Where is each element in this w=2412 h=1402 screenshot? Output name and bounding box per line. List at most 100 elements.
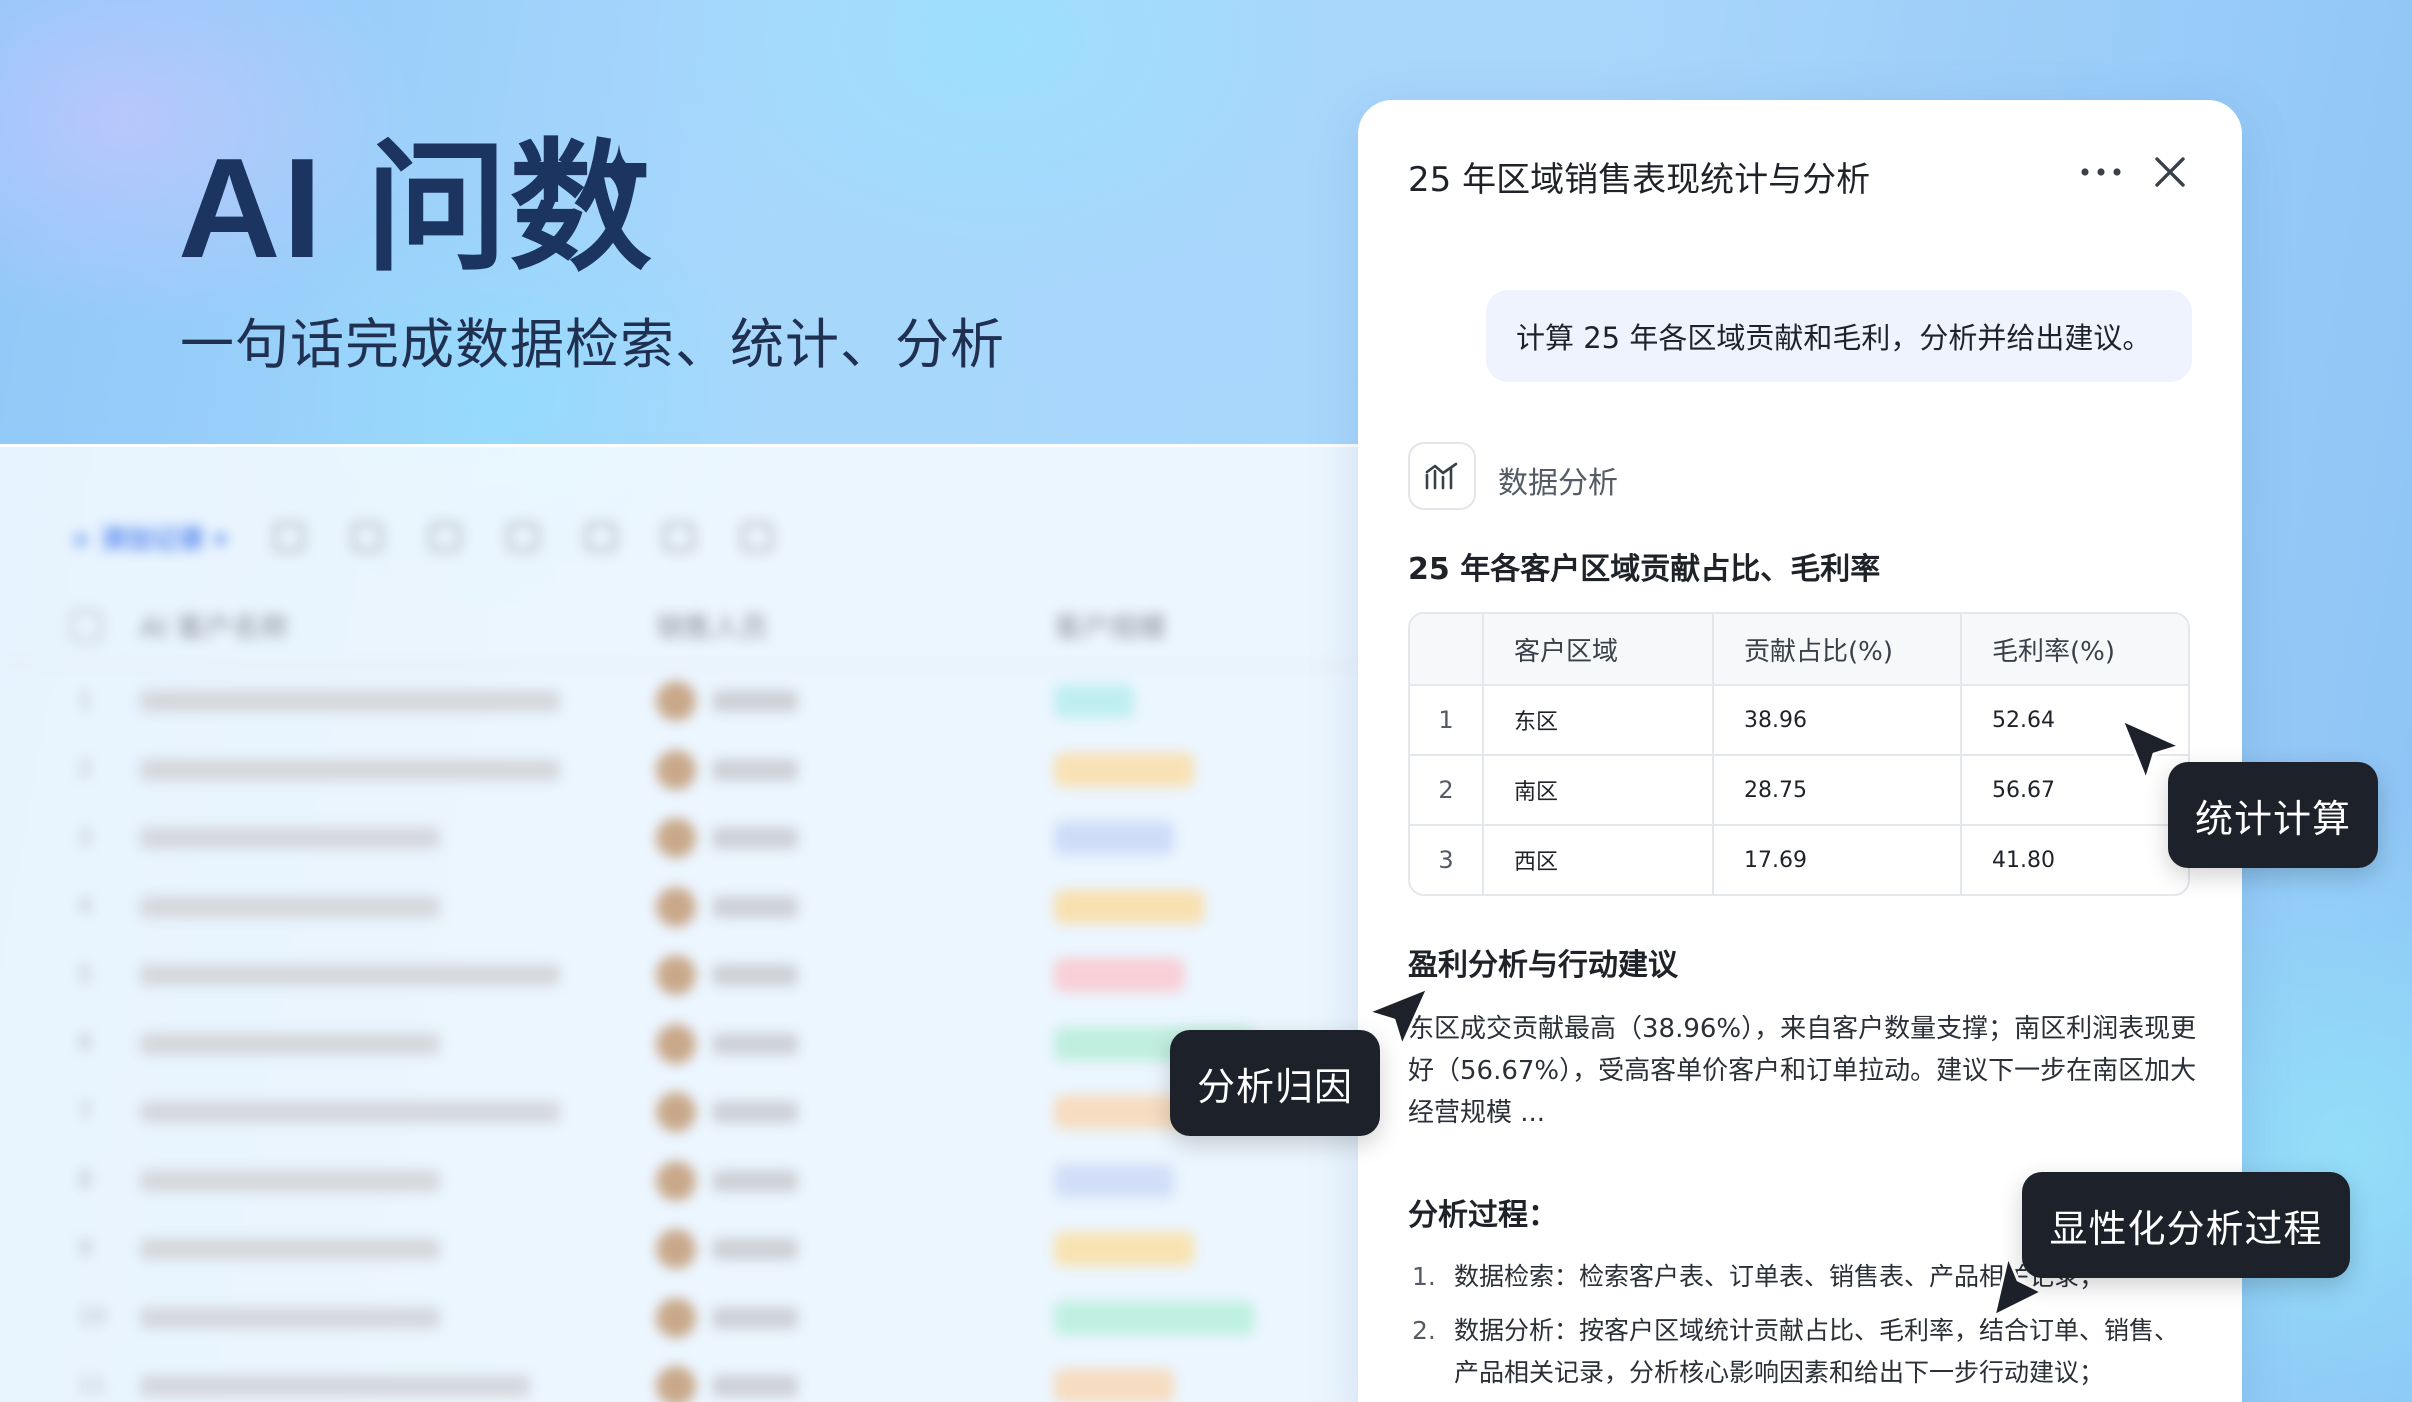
scale-tag xyxy=(1054,889,1204,924)
customer-name-placeholder xyxy=(140,690,560,713)
toolbar-icon[interactable] xyxy=(740,522,773,552)
sales-person-placeholder xyxy=(712,1101,798,1124)
data-table: 客户区域 贡献占比(%) 毛利率(%) 1 东区 38.96 52.64 2 南… xyxy=(1408,612,2190,896)
avatar xyxy=(656,1297,696,1338)
analysis-text: 东区成交贡献最高（38.96%），来自客户数量支撑；南区利润表现更好（56.67… xyxy=(1408,1014,2197,1128)
scale-tag xyxy=(1054,1369,1174,1402)
column-header[interactable]: AI 客户名称 xyxy=(140,606,288,646)
scale-tag xyxy=(1054,1095,1184,1130)
toolbar-icon[interactable] xyxy=(272,522,305,552)
column-header[interactable]: 客户规模 xyxy=(1054,606,1166,646)
table-row[interactable]: 6 xyxy=(0,1010,1360,1079)
more-icon[interactable] xyxy=(2076,160,2126,184)
scale-tag xyxy=(1054,1300,1254,1335)
avatar xyxy=(656,955,696,996)
share-cell: 17.69 xyxy=(1712,826,1960,894)
close-icon[interactable] xyxy=(2152,154,2188,190)
row-index: 1 xyxy=(78,688,92,714)
row-index: 5 xyxy=(78,962,92,988)
toolbar-icon[interactable] xyxy=(584,522,617,552)
panel-title: 25 年区域销售表现统计与分析 xyxy=(1408,160,1871,200)
region-cell: 东区 xyxy=(1482,686,1712,754)
avatar xyxy=(656,749,696,790)
margin-cell: 41.80 xyxy=(1960,826,2188,894)
attribution-tooltip: 分析归因 xyxy=(1170,1030,1380,1136)
background-table: + 添加记录 ▾ AI 客户名称 销售人员 客户规模 1 2 3 4 5 6 7 8 9 10 11 xyxy=(0,444,1360,1402)
avatar xyxy=(656,1023,696,1064)
scale-tag xyxy=(1054,684,1134,719)
avatar xyxy=(656,1160,696,1201)
table-row: 2 南区 28.75 56.67 xyxy=(1410,754,2188,824)
sales-person-placeholder xyxy=(712,690,798,713)
line-chart-icon xyxy=(1408,442,1476,510)
table-row[interactable]: 7 xyxy=(0,1078,1360,1147)
avatar xyxy=(656,1366,696,1402)
customer-name-placeholder xyxy=(140,895,440,918)
row-index: 1 xyxy=(1438,706,1454,734)
row-index: 7 xyxy=(78,1099,92,1125)
table-body: 1 2 3 4 5 6 7 8 9 10 11 xyxy=(0,667,1360,1402)
row-index: 3 xyxy=(78,825,92,851)
table-row[interactable]: 8 xyxy=(0,1147,1360,1216)
table-row[interactable]: 4 xyxy=(0,873,1360,942)
row-index: 2 xyxy=(78,757,92,783)
toolbar-icon[interactable] xyxy=(350,522,383,552)
sales-person-placeholder xyxy=(712,1032,798,1055)
select-all-checkbox[interactable] xyxy=(70,610,102,642)
scale-tag xyxy=(1054,958,1184,993)
sales-person-placeholder xyxy=(712,1169,798,1192)
customer-name-placeholder xyxy=(140,964,560,987)
row-index: 11 xyxy=(78,1373,106,1399)
scale-tag xyxy=(1054,1163,1174,1198)
table-row[interactable]: 9 xyxy=(0,1215,1360,1284)
table-row[interactable]: 3 xyxy=(0,804,1360,873)
sales-person-placeholder xyxy=(712,1238,798,1261)
avatar xyxy=(656,1229,696,1270)
column-header[interactable]: 销售人员 xyxy=(656,606,768,646)
sales-person-placeholder xyxy=(712,895,798,918)
table-row[interactable]: 10 xyxy=(0,1284,1360,1353)
table-header-row: 客户区域 贡献占比(%) 毛利率(%) xyxy=(1410,614,2188,684)
column-header: 毛利率(%) xyxy=(1960,614,2188,684)
index-header xyxy=(1410,614,1482,684)
sales-person-placeholder xyxy=(712,1375,798,1398)
table-header: AI 客户名称 销售人员 客户规模 xyxy=(0,587,1360,667)
process-title: 分析过程： xyxy=(1408,1198,1558,1233)
sales-person-placeholder xyxy=(712,1306,798,1329)
sparkle-icon xyxy=(592,144,646,198)
customer-name-placeholder xyxy=(140,1375,530,1398)
column-header: 贡献占比(%) xyxy=(1712,614,1960,684)
row-index: 10 xyxy=(78,1305,106,1331)
table-row[interactable]: 5 xyxy=(0,941,1360,1010)
sales-person-placeholder xyxy=(712,827,798,850)
table-toolbar: + 添加记录 ▾ xyxy=(70,519,773,555)
customer-name-placeholder xyxy=(140,1169,440,1192)
process-tooltip: 显性化分析过程 xyxy=(2022,1172,2350,1278)
add-record-button[interactable]: + 添加记录 ▾ xyxy=(70,519,227,556)
toolbar-icon[interactable] xyxy=(662,522,695,552)
toolbar-icon[interactable] xyxy=(506,522,539,552)
stage: AI 问数 一句话完成数据检索、统计、分析 + 添加记录 ▾ AI 客户名称 销… xyxy=(0,0,2412,1402)
toolbar-icon[interactable] xyxy=(428,522,461,552)
table-row[interactable]: 2 xyxy=(0,736,1360,805)
customer-name-placeholder xyxy=(140,1032,440,1055)
row-index: 3 xyxy=(1438,846,1454,874)
scale-tag xyxy=(1054,752,1194,787)
customer-name-placeholder xyxy=(140,1238,440,1261)
share-cell: 38.96 xyxy=(1712,686,1960,754)
table-row[interactable]: 11 xyxy=(0,1352,1360,1402)
customer-name-placeholder xyxy=(140,1101,560,1124)
table-title: 25 年各客户区域贡献占比、毛利率 xyxy=(1408,552,1881,587)
table-row: 3 西区 17.69 41.80 xyxy=(1410,824,2188,894)
share-cell: 28.75 xyxy=(1712,756,1960,824)
scale-tag xyxy=(1054,1232,1194,1267)
user-message: 计算 25 年各区域贡献和毛利，分析并给出建议。 xyxy=(1486,290,2192,382)
analysis-title: 盈利分析与行动建议 xyxy=(1408,948,1678,983)
avatar xyxy=(656,1092,696,1133)
region-cell: 南区 xyxy=(1482,756,1712,824)
avatar xyxy=(656,681,696,722)
row-index: 8 xyxy=(78,1168,92,1194)
table-row[interactable]: 1 xyxy=(0,667,1360,736)
step-label: 数据分析 xyxy=(1498,466,1618,501)
customer-name-placeholder xyxy=(140,758,560,781)
